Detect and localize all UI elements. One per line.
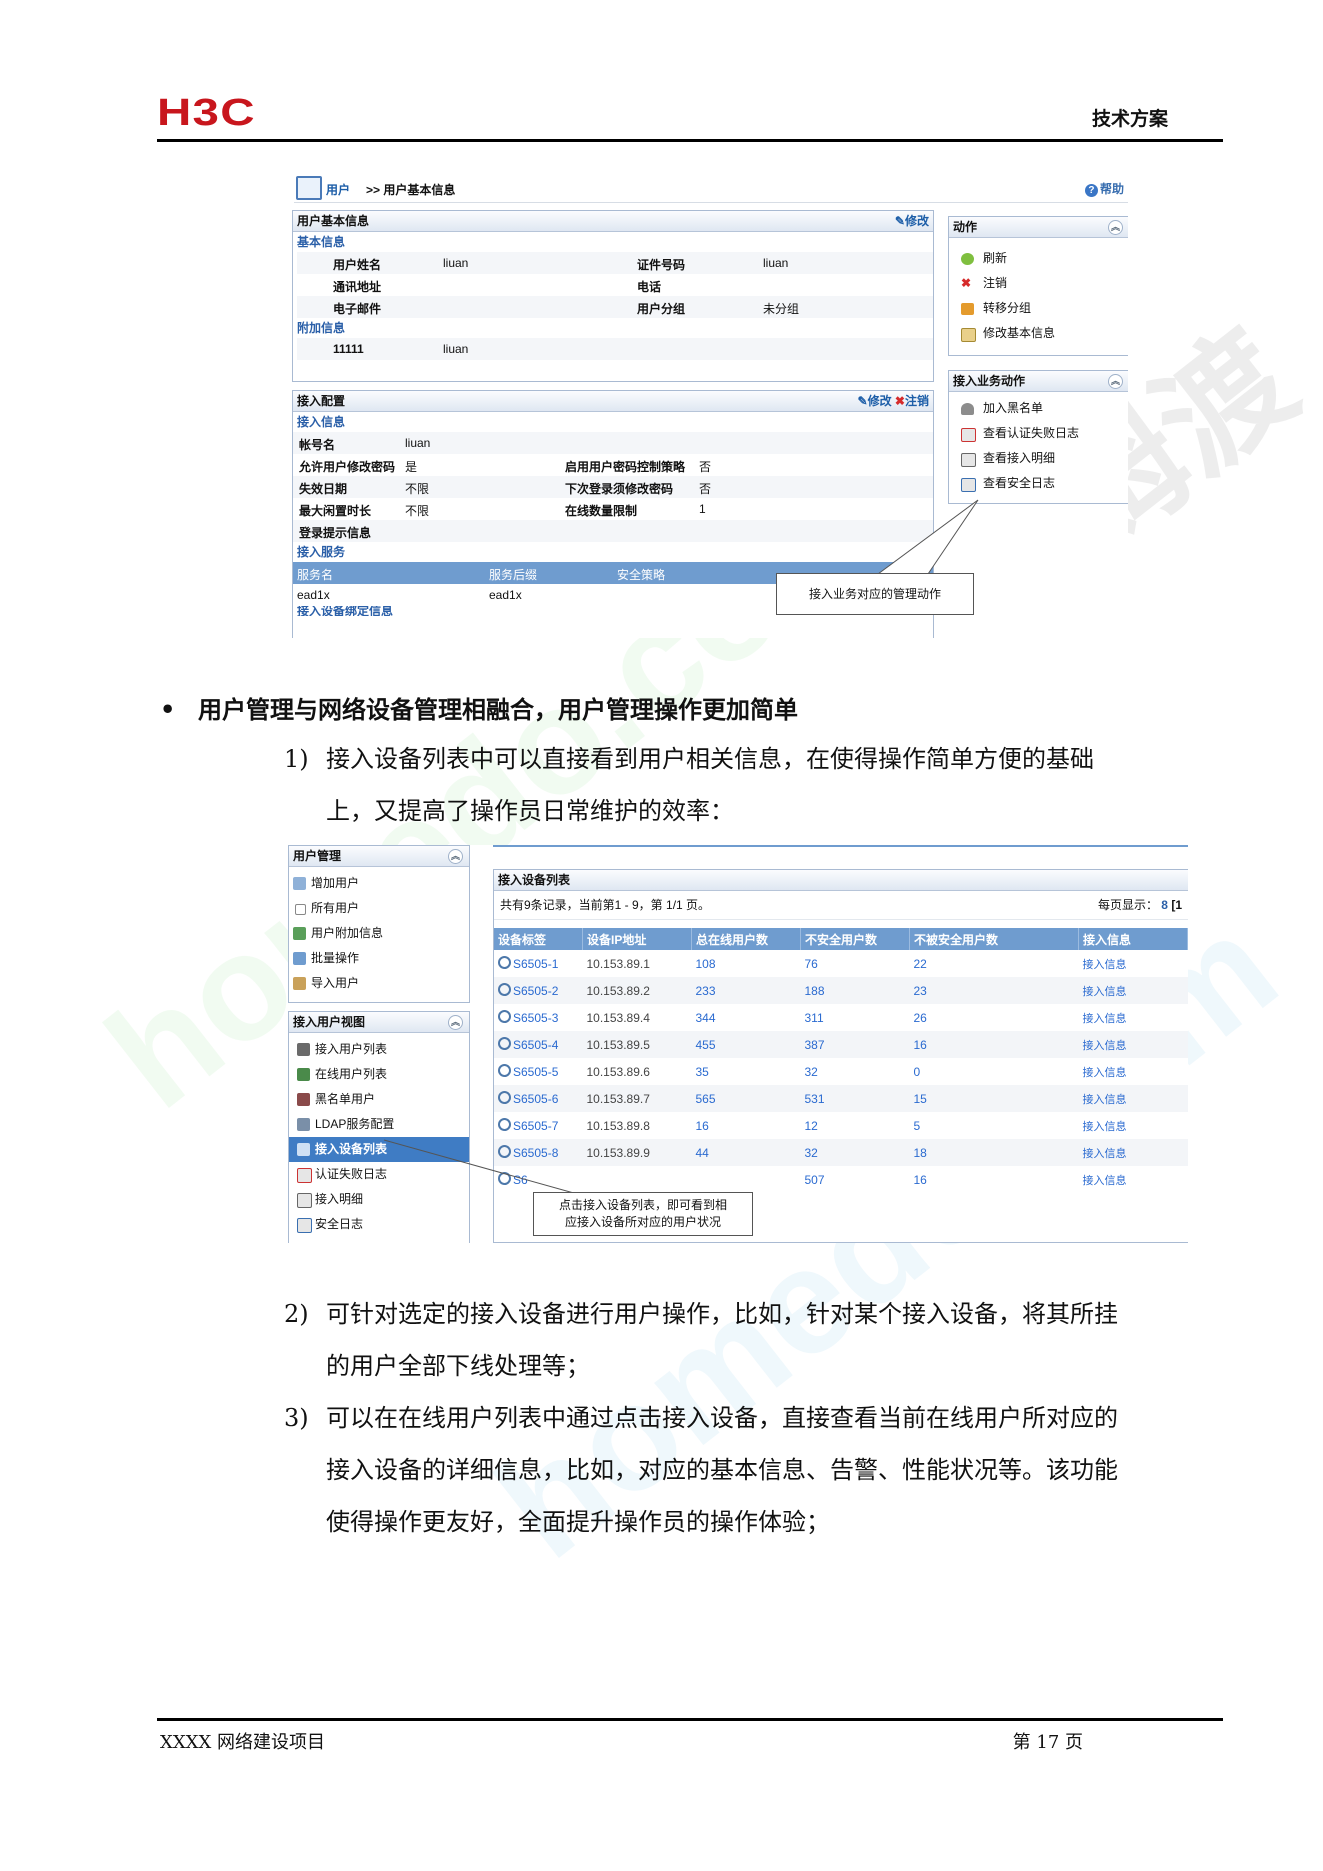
doc-type: 技术方案 bbox=[1091, 108, 1168, 130]
page-number: 第 17 页 bbox=[1012, 1732, 1083, 1753]
h3c-logo: H3C bbox=[157, 92, 256, 134]
callout-pointer bbox=[383, 1139, 589, 1198]
footer-rule bbox=[157, 1718, 1223, 1721]
user-info-screenshot: 用户 >> 用户基本信息 ? 帮助 用户基本信息 ✎修改 基本信息 用户姓名 li… bbox=[288, 168, 1128, 638]
footer-project: XXXX 网络建设项目 bbox=[160, 1732, 325, 1753]
device-list-screenshot: 用户管理 ︽ 增加用户 所有用户 用户附加信息 批量操作 导入用户 接入用户视图 ︽… bbox=[288, 845, 1188, 1243]
item-3: 3) 可以在在线用户列表中通过点击接入设备，直接查看当前在线用户所对应的 接入设备… bbox=[284, 1404, 1118, 1536]
callout-note: 点击接入设备列表，即可看到相 应接入设备所对应的用户状况 bbox=[533, 1192, 753, 1236]
callout-note: 接入业务对应的管理动作 bbox=[776, 573, 974, 615]
item-1: 1) 接入设备列表中可以直接看到用户相关信息，在使得操作简单方便的基础 上，又提高… bbox=[284, 745, 1094, 825]
bullet-heading: • 用户管理与网络设备管理相融合，用户管理操作更加简单 bbox=[160, 695, 798, 724]
callout-pointer bbox=[877, 499, 979, 575]
header-rule bbox=[157, 139, 1223, 142]
item-2: 2) 可针对选定的接入设备进行用户操作，比如，针对某个接入设备，将其所挂 的用户全… bbox=[284, 1300, 1118, 1380]
